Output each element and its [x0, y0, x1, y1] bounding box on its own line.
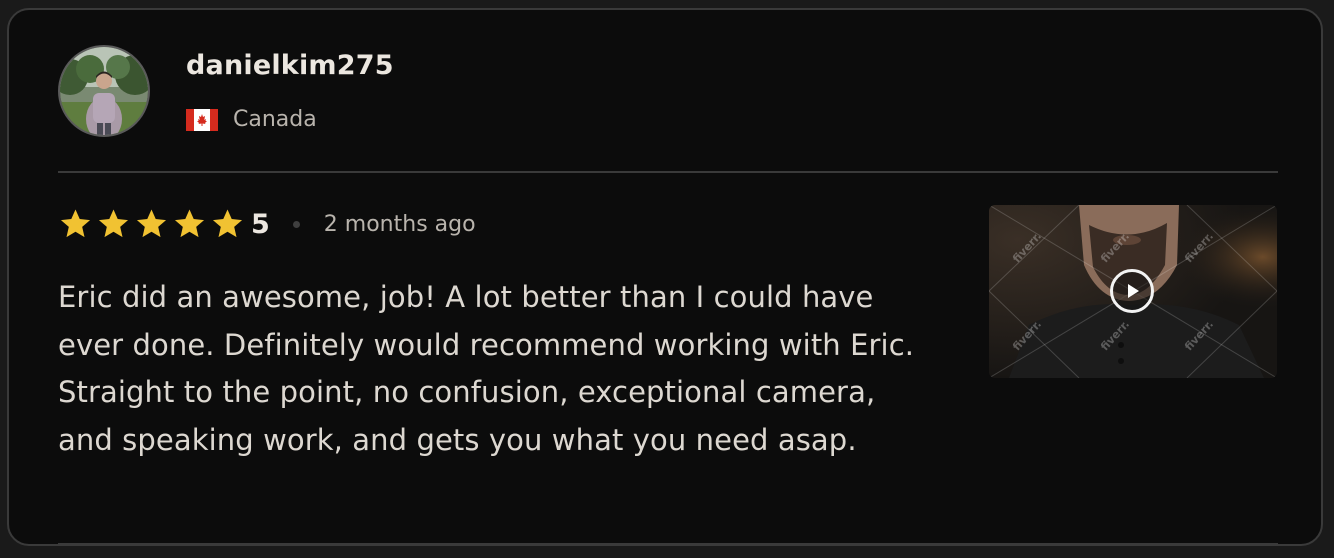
star-icon	[98, 209, 129, 238]
country-label: Canada	[233, 107, 317, 132]
canada-flag-icon	[186, 109, 218, 131]
video-thumbnail[interactable]: fiverr. fiverr. fiverr. fiverr. fiverr. …	[989, 205, 1277, 378]
star-icon	[60, 209, 91, 238]
username[interactable]: danielkim275	[186, 50, 394, 81]
play-button[interactable]	[1110, 269, 1154, 313]
separator-dot	[292, 220, 300, 228]
star-icon	[136, 209, 167, 238]
divider	[58, 171, 1278, 173]
divider	[58, 543, 1278, 544]
star-rating	[58, 208, 245, 240]
review-text: Eric did an awesome, job! A lot better t…	[58, 280, 915, 457]
review-time: 2 months ago	[323, 211, 476, 237]
star-icon	[212, 209, 243, 238]
star-icon	[174, 209, 205, 238]
play-icon	[1128, 284, 1139, 298]
rating-value: 5	[251, 208, 270, 240]
avatar[interactable]	[58, 45, 150, 137]
review-card: danielkim275 Canada 5 2 months ago Eric …	[7, 8, 1323, 546]
rating-row: 5 2 months ago	[58, 206, 476, 242]
